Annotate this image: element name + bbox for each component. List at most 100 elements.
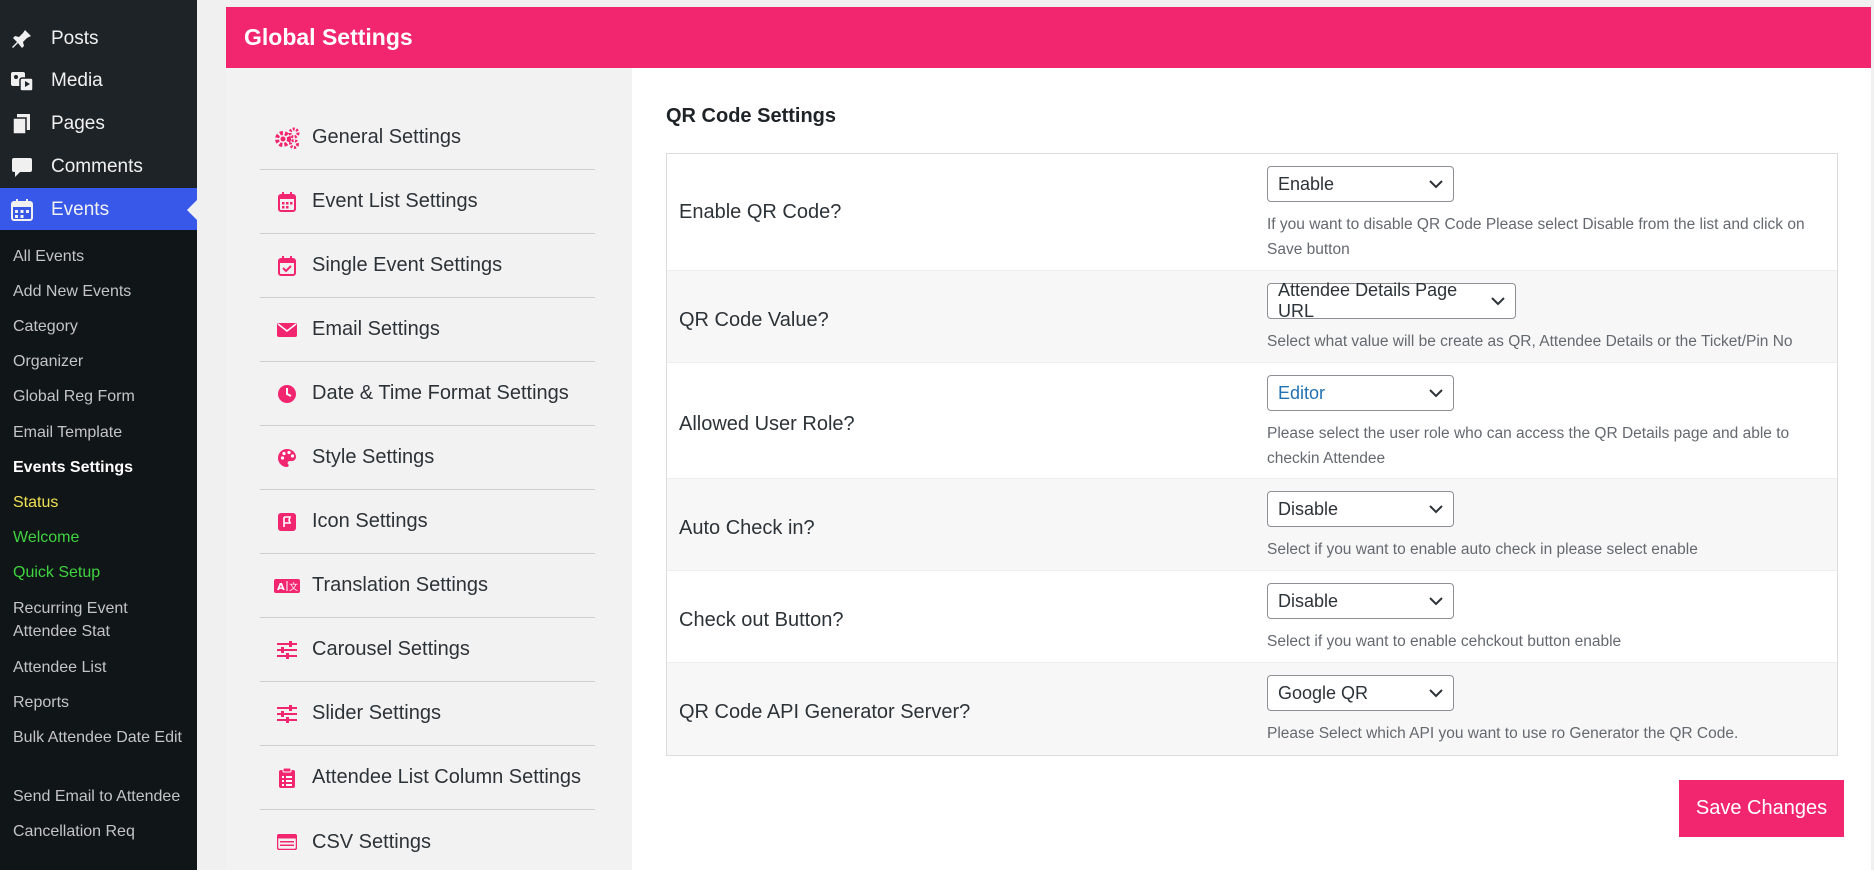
save-changes-button[interactable]: Save Changes — [1679, 780, 1844, 837]
submenu-all-events[interactable]: All Events — [13, 245, 193, 268]
page-title: Global Settings — [244, 24, 413, 50]
menu-item-posts[interactable]: Posts — [0, 17, 197, 60]
nav-item-slider-settings[interactable]: Slider Settings — [260, 682, 595, 746]
submenu-events-settings[interactable]: Events Settings — [13, 456, 193, 479]
enable-qr-select[interactable]: Enable — [1267, 166, 1454, 202]
submenu-welcome[interactable]: Welcome — [13, 526, 193, 549]
csv-icon — [274, 830, 300, 854]
menu-label: Media — [51, 69, 103, 91]
menu-item-comments[interactable]: Comments — [0, 145, 197, 188]
submenu-send-email-to-attendee[interactable]: Send Email to Attendee — [13, 785, 193, 808]
select-value: Editor — [1278, 382, 1326, 403]
submenu-reports[interactable]: Reports — [13, 691, 193, 714]
calendar-check-icon — [274, 254, 300, 278]
setting-description: Select what value will be create as QR, … — [1267, 333, 1793, 350]
setting-label: Enable QR Code? — [679, 201, 842, 223]
submenu-status[interactable]: Status — [13, 491, 193, 514]
menu-item-events[interactable]: Events — [0, 188, 197, 231]
menu-item-media[interactable]: Media — [0, 59, 197, 102]
nav-item-event-list-settings[interactable]: Event List Settings — [260, 170, 595, 234]
settings-nav: General Settings Event List Settings Sin… — [226, 68, 632, 870]
submenu-organizer[interactable]: Organizer — [13, 350, 193, 373]
setting-description: Please Select which API you want to use … — [1267, 725, 1739, 742]
admin-sidebar: Posts Media Pages Comments Events All Ev… — [0, 0, 197, 870]
setting-control: Disable Select if you want to enable ceh… — [1267, 583, 1837, 654]
setting-label: Check out Button? — [679, 609, 844, 631]
media-icon — [9, 68, 35, 94]
nav-item-email-settings[interactable]: Email Settings — [260, 298, 595, 362]
checkout-button-select[interactable]: Disable — [1267, 583, 1454, 619]
pin-icon — [9, 26, 35, 52]
nav-label: General Settings — [312, 126, 461, 148]
submenu-email-template[interactable]: Email Template — [13, 421, 193, 444]
nav-item-carousel-settings[interactable]: Carousel Settings — [260, 618, 595, 682]
section-title: QR Code Settings — [666, 105, 837, 127]
setting-row-enable-qr: Enable QR Code? Enable If you want to di… — [667, 154, 1837, 271]
qr-api-server-select[interactable]: Google QR — [1267, 675, 1454, 711]
comment-icon — [9, 154, 35, 180]
setting-row-qr-api-server: QR Code API Generator Server? Google QR … — [667, 663, 1837, 755]
nav-label: CSV Settings — [312, 830, 431, 853]
nav-item-general-settings[interactable]: General Settings — [260, 106, 595, 170]
nav-item-single-event-settings[interactable]: Single Event Settings — [260, 234, 595, 298]
nav-label: Single Event Settings — [312, 254, 503, 276]
palette-icon — [274, 446, 300, 470]
select-value: Enable — [1278, 173, 1335, 194]
qr-value-select[interactable]: Attendee Details Page URL — [1267, 280, 1516, 321]
clipboard-icon — [274, 766, 300, 790]
chevron-down-icon — [1429, 594, 1443, 608]
submenu-recurring-event-attendee-stat[interactable]: Recurring Event Attendee Stat — [13, 597, 193, 643]
setting-control: Enable If you want to disable QR Code Pl… — [1267, 166, 1837, 262]
nav-label: Translation Settings — [312, 574, 489, 596]
setting-control: Editor Please select the user role who c… — [1267, 375, 1837, 471]
select-value: Disable — [1278, 590, 1339, 611]
menu-label: Posts — [51, 27, 99, 49]
nav-label: Slider Settings — [312, 702, 441, 724]
chevron-down-icon — [1429, 686, 1443, 700]
setting-label: Auto Check in? — [679, 517, 815, 539]
submenu-category[interactable]: Category — [13, 315, 193, 338]
qr-settings-table: Enable QR Code? Enable If you want to di… — [666, 153, 1838, 756]
nav-label: Icon Settings — [312, 510, 428, 532]
events-submenu: All Events Add New Events Category Organ… — [0, 230, 197, 870]
nav-item-date-time-format-settings[interactable]: Date & Time Format Settings — [260, 362, 595, 426]
calendar-icon — [274, 190, 300, 214]
nav-item-translation-settings[interactable]: A文 Translation Settings — [260, 554, 595, 618]
setting-row-user-role: Allowed User Role? Editor Please select … — [667, 363, 1837, 479]
nav-label: Style Settings — [312, 446, 435, 468]
submenu-cancellation-req[interactable]: Cancellation Req — [13, 820, 193, 843]
nav-item-csv-settings[interactable]: CSV Settings — [260, 810, 595, 870]
chevron-down-icon — [1429, 386, 1443, 400]
setting-label: QR Code Value? — [679, 309, 829, 331]
submenu-bulk-attendee-date-edit[interactable]: Bulk Attendee Date Edit — [13, 726, 193, 749]
nav-label: Email Settings — [312, 318, 440, 340]
flag-icon — [274, 510, 300, 534]
submenu-attendee-list[interactable]: Attendee List — [13, 656, 193, 679]
chevron-down-icon — [1429, 177, 1443, 191]
setting-row-auto-checkin: Auto Check in? Disable Select if you wan… — [667, 479, 1837, 571]
select-value: Attendee Details Page URL — [1278, 280, 1458, 321]
chevron-down-icon — [1491, 294, 1505, 308]
setting-control: Google QR Please Select which API you wa… — [1267, 675, 1837, 746]
nav-item-attendee-list-column-settings[interactable]: Attendee List Column Settings — [260, 746, 595, 810]
menu-item-pages[interactable]: Pages — [0, 102, 197, 145]
submenu-global-reg-form[interactable]: Global Reg Form — [13, 385, 193, 408]
nav-item-icon-settings[interactable]: Icon Settings — [260, 490, 595, 554]
nav-item-style-settings[interactable]: Style Settings — [260, 426, 595, 490]
page-header: Global Settings — [226, 7, 1871, 68]
menu-label: Pages — [51, 112, 105, 134]
svg-text:文: 文 — [289, 581, 298, 593]
svg-text:A: A — [277, 582, 285, 593]
setting-label: QR Code API Generator Server? — [679, 701, 971, 723]
menu-label: Events — [51, 198, 110, 220]
submenu-quick-setup[interactable]: Quick Setup — [13, 561, 193, 584]
menu-label: Comments — [51, 155, 143, 177]
submenu-add-new-events[interactable]: Add New Events — [13, 280, 193, 303]
select-value: Google QR — [1278, 682, 1369, 703]
nav-label: Date & Time Format Settings — [312, 382, 569, 404]
user-role-select[interactable]: Editor — [1267, 375, 1454, 411]
envelope-icon — [274, 318, 300, 342]
setting-control: Disable Select if you want to enable aut… — [1267, 491, 1837, 562]
pages-icon — [9, 111, 35, 137]
auto-checkin-select[interactable]: Disable — [1267, 491, 1454, 527]
